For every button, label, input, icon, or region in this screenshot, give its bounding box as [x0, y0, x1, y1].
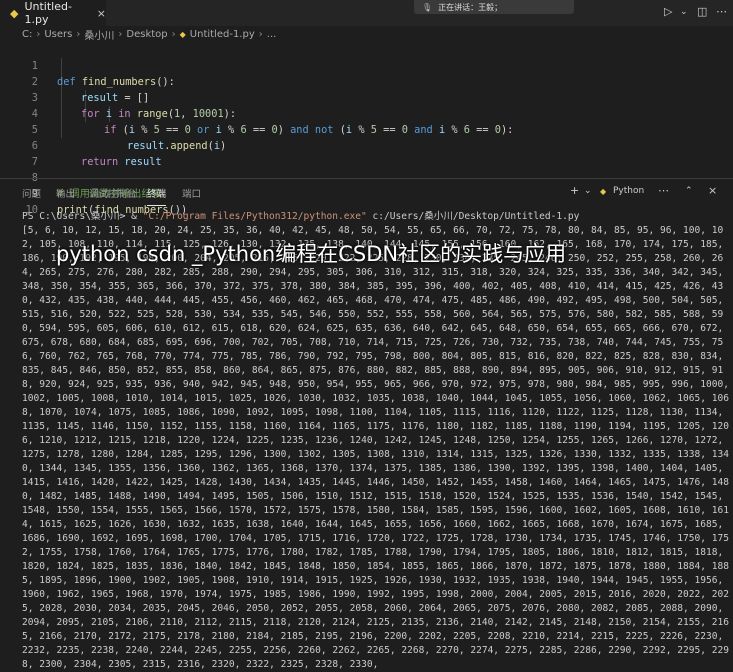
tab-untitled-1[interactable]: ◆ Untitled-1.py ×	[0, 0, 106, 26]
chevron-down-icon[interactable]: ⌄	[584, 186, 592, 196]
code-line: 2 result = []	[0, 58, 733, 104]
breadcrumb-user[interactable]: 桑小川	[84, 27, 114, 42]
tab-ports[interactable]: 端口	[182, 186, 201, 200]
editor-tab-bar: ◆ Untitled-1.py × 🎙 正在讲话：王毅； ▷ ⌄ ◫ ⋯	[0, 0, 733, 26]
terminal-executable: "C:/Program Files/Python312/python.exe"	[142, 211, 367, 222]
chevron-down-icon[interactable]: ⌄	[680, 7, 688, 17]
close-icon[interactable]: ×	[708, 184, 717, 197]
code-line: 6 return result	[0, 122, 733, 168]
code-editor[interactable]: 1 def find_numbers(): 2 result = [] 3 fo…	[0, 42, 733, 216]
breadcrumb-drive[interactable]: C:	[22, 29, 32, 40]
meeting-speaking-banner: 🎙 正在讲话：王毅；	[414, 0, 574, 14]
tab-terminal[interactable]: 终端	[147, 186, 167, 206]
breadcrumb-more[interactable]: ...	[267, 29, 277, 40]
more-icon[interactable]: ⋯	[658, 184, 669, 197]
code-line: 5 result.append(i)	[0, 106, 733, 152]
code-line: 4 if (i % 5 == 0 or i % 6 == 0) and not …	[0, 90, 733, 136]
code-line: 7	[0, 138, 733, 168]
breadcrumb-separator-icon: ›	[258, 28, 263, 40]
tab-debug-console[interactable]: 调试控制台	[89, 186, 137, 200]
python-file-icon: ◆	[10, 6, 19, 20]
microphone-icon: 🎙	[422, 2, 433, 12]
panel-tab-bar: 问题 输出 调试控制台 终端 端口 + ⌄ ◆ Python ⋯ ⌃ ×	[0, 179, 733, 206]
terminal-content[interactable]: PS C:\Users\桑小川> & "C:/Program Files/Pyt…	[22, 210, 730, 672]
close-icon[interactable]: ×	[97, 7, 106, 20]
breadcrumb-separator-icon: ›	[171, 28, 176, 40]
breadcrumb-separator-icon: ›	[118, 28, 123, 40]
code-line: 8 # 调用函数并输出结果	[0, 154, 733, 200]
breadcrumb: C: › Users › 桑小川 › Desktop › ◆ Untitled-…	[0, 26, 733, 42]
code-line: 1 def find_numbers():	[0, 42, 733, 88]
tab-label: Untitled-1.py	[24, 0, 72, 26]
more-icon[interactable]: ⋯	[716, 5, 727, 18]
split-editor-icon[interactable]: ◫	[697, 5, 707, 18]
tab-output[interactable]: 输出	[56, 186, 75, 200]
terminal-output: [5, 6, 10, 12, 15, 18, 20, 24, 25, 35, 3…	[22, 225, 729, 670]
meeting-speaking-text: 正在讲话：王毅；	[438, 2, 503, 12]
python-file-icon: ◆	[179, 29, 186, 39]
code-line: 3 for i in range(1, 10001):	[0, 74, 733, 120]
breadcrumb-desktop[interactable]: Desktop	[126, 29, 167, 40]
breadcrumb-file[interactable]: Untitled-1.py	[190, 29, 255, 40]
maximize-icon[interactable]: ⌃	[685, 186, 693, 196]
tab-problems[interactable]: 问题	[22, 186, 41, 200]
run-icon[interactable]: ▷	[664, 5, 672, 18]
terminal-prompt: PS C:\Users\桑小川> &	[22, 211, 143, 222]
terminal-python-icon: ◆	[600, 187, 607, 196]
breadcrumb-separator-icon: ›	[76, 28, 81, 40]
add-terminal-icon[interactable]: +	[570, 184, 579, 197]
terminal-shell-label[interactable]: Python	[613, 186, 644, 196]
watermark-caption: python csdn _Python编程在CSDN社区的实践与应用	[56, 242, 567, 266]
bottom-panel: 问题 输出 调试控制台 终端 端口 + ⌄ ◆ Python ⋯ ⌃ × PS …	[0, 178, 733, 670]
terminal-script-arg: c:/Users/桑小川/Desktop/Untitled-1.py	[366, 211, 580, 222]
breadcrumb-users[interactable]: Users	[44, 29, 72, 40]
breadcrumb-separator-icon: ›	[36, 28, 41, 40]
terminal-command-line: PS C:\Users\桑小川> & "C:/Program Files/Pyt…	[22, 210, 730, 224]
